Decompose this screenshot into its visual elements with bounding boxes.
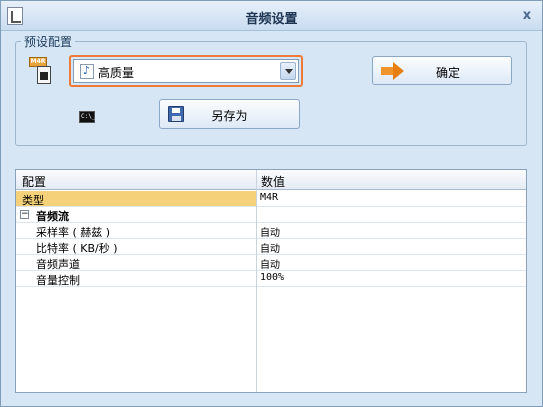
table-row[interactable]: 音频声道 自动 xyxy=(16,255,526,271)
close-button[interactable]: x xyxy=(519,8,535,24)
table-row-type[interactable]: 类型 M4R xyxy=(16,191,526,207)
category-name: 音频流 xyxy=(36,210,69,223)
row-name: 比特率 ( KB/秒 ) xyxy=(36,242,118,255)
category-row-audio-stream[interactable]: − 音频流 xyxy=(16,207,526,223)
m4r-file-icon: M4R xyxy=(29,57,55,85)
row-value[interactable]: 自动 xyxy=(260,256,280,271)
chevron-down-icon[interactable] xyxy=(280,62,296,80)
save-as-button-label: 另存为 xyxy=(211,109,248,123)
preset-group-label: 预设配置 xyxy=(21,33,76,50)
selection-highlight xyxy=(16,191,256,206)
row-value[interactable]: 自动 xyxy=(260,224,280,239)
ok-button[interactable]: 确定 xyxy=(372,56,512,85)
music-note-icon xyxy=(80,64,94,79)
collapse-icon[interactable]: − xyxy=(20,210,29,219)
row-name: 类型 xyxy=(22,194,44,207)
audio-settings-window: 音频设置 x 预设配置 M4R 高质量 确定 C:\_ 另存为 配置 数值 类型… xyxy=(0,0,543,407)
row-name: 采样率 ( 赫兹 ) xyxy=(36,226,111,239)
table-row[interactable]: 采样率 ( 赫兹 ) 自动 xyxy=(16,223,526,239)
row-value[interactable]: M4R xyxy=(260,192,278,203)
row-value[interactable]: 100% xyxy=(260,272,284,283)
preset-dropdown[interactable]: 高质量 xyxy=(73,59,299,83)
preset-dropdown-value: 高质量 xyxy=(98,66,135,80)
window-title: 音频设置 xyxy=(245,12,298,27)
command-prompt-icon[interactable]: C:\_ xyxy=(79,111,95,123)
save-as-button[interactable]: 另存为 xyxy=(159,99,300,129)
row-value[interactable]: 自动 xyxy=(260,240,280,255)
table-row[interactable]: 比特率 ( KB/秒 ) 自动 xyxy=(16,239,526,255)
ok-button-label: 确定 xyxy=(435,66,460,80)
row-name: 音量控制 xyxy=(36,274,80,287)
settings-property-grid: 配置 数值 类型 M4R − 音频流 采样率 ( 赫兹 ) 自动 比特率 ( K… xyxy=(15,169,527,393)
column-header-config[interactable]: 配置 xyxy=(22,173,46,190)
row-name: 音频声道 xyxy=(36,258,80,271)
document-icon xyxy=(37,66,51,84)
column-divider xyxy=(256,170,257,392)
grid-header: 配置 数值 xyxy=(16,170,526,190)
title-bar: 音频设置 x xyxy=(1,1,542,31)
table-row[interactable]: 音量控制 100% xyxy=(16,271,526,287)
column-header-value[interactable]: 数值 xyxy=(261,173,285,190)
